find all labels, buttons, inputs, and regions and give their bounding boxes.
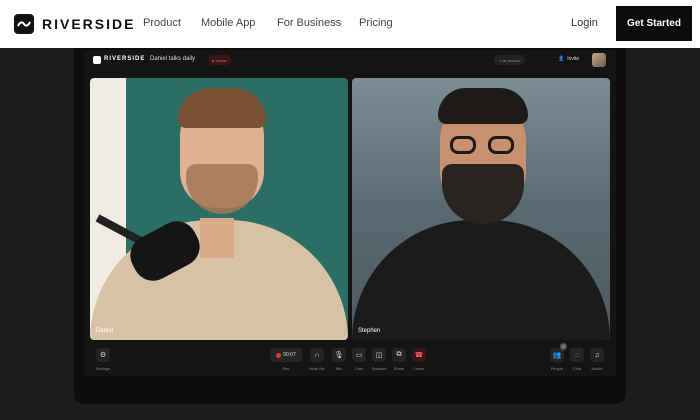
- video-tile-daniel[interactable]: Daniel: [90, 78, 348, 340]
- mic-label: Mic: [335, 366, 343, 371]
- participant-neck: [200, 218, 234, 258]
- share-label: Share: [393, 366, 405, 371]
- record-icon: [276, 352, 282, 358]
- chat-label: Chat: [572, 366, 582, 371]
- chat-icon: ◌: [574, 351, 580, 359]
- brand-logo[interactable]: RIVERSIDE: [14, 14, 135, 34]
- app-brand: RIVERSIDE: [104, 56, 146, 62]
- invite-icon: 👤: [558, 56, 565, 62]
- gear-icon: ⚙: [99, 352, 107, 359]
- brand-name: RIVERSIDE: [42, 16, 136, 32]
- top-nav: RIVERSIDE Product Mobile App For Busines…: [0, 0, 700, 48]
- participant-shirt: [352, 220, 610, 340]
- speaker-icon: ◫: [375, 352, 383, 359]
- participant-name-tag: Daniel: [96, 328, 114, 334]
- app-header: RIVERSIDE Daniel talks daily ● ••rec•• +…: [84, 50, 616, 72]
- headphones-label: Mute Me: [309, 366, 325, 371]
- participant-glasses: [450, 136, 516, 154]
- headphones-button[interactable]: ∩: [310, 348, 324, 362]
- camera-icon: ▭: [355, 352, 363, 359]
- people-label: People: [550, 366, 564, 371]
- mic-button[interactable]: 🎙: [332, 348, 346, 362]
- participant-beard: [186, 164, 258, 214]
- headphones-icon: ∩: [314, 351, 320, 359]
- speaker-button[interactable]: ◫: [372, 348, 386, 362]
- nav-link-pricing[interactable]: Pricing: [359, 17, 393, 29]
- speaker-label: Speaker: [371, 366, 387, 371]
- participant-name-tag: Stephen: [358, 328, 381, 334]
- invite-label: Invite: [567, 56, 580, 62]
- recording-timer[interactable]: 00:07: [270, 348, 302, 362]
- media-label: Media: [591, 366, 603, 371]
- login-link[interactable]: Login: [571, 17, 598, 29]
- call-controls: ⚙ Settings 00:07 Rec ∩ Mute Me 🎙 Mic ▭ C…: [84, 342, 616, 376]
- camera-button[interactable]: ▭: [352, 348, 366, 362]
- settings-button[interactable]: ⚙: [96, 348, 110, 362]
- participant-beard: [442, 164, 524, 224]
- invite-button[interactable]: 👤 Invite: [558, 56, 579, 62]
- people-button[interactable]: 👥: [550, 348, 564, 362]
- nav-link-for-business[interactable]: For Business: [277, 17, 341, 29]
- session-title: Daniel talks daily: [150, 56, 196, 62]
- nav-link-product[interactable]: Product: [143, 17, 181, 29]
- settings-label: Settings: [95, 366, 111, 371]
- riverside-logo-icon: [14, 14, 34, 34]
- share-button[interactable]: ⧉: [392, 348, 406, 362]
- camera-label: Cam: [354, 366, 364, 371]
- end-call-icon: ☎: [414, 352, 424, 359]
- mic-icon: 🎙: [334, 352, 344, 359]
- participant-hair: [438, 88, 528, 124]
- app-logo-icon: [93, 56, 101, 64]
- people-count-badge: 2: [560, 343, 567, 350]
- media-icon: ♫: [594, 351, 600, 359]
- timer-value: 00:07: [283, 352, 296, 358]
- avatar[interactable]: [592, 53, 606, 67]
- leave-label: Leave: [413, 366, 425, 371]
- get-started-button[interactable]: Get Started: [616, 6, 692, 41]
- leave-button[interactable]: ☎: [412, 348, 426, 362]
- upload-status-pill[interactable]: + ••• •••••••••: [494, 55, 526, 65]
- chat-button[interactable]: ◌: [570, 348, 584, 362]
- recording-badge: ● ••rec••: [208, 55, 231, 65]
- share-icon: ⧉: [396, 351, 402, 358]
- people-icon: 👥: [552, 352, 562, 359]
- media-button[interactable]: ♫: [590, 348, 604, 362]
- participant-hair: [178, 88, 266, 128]
- video-tile-stephen[interactable]: Stephen: [352, 78, 610, 340]
- nav-link-mobile-app[interactable]: Mobile App: [201, 17, 255, 29]
- record-label: Rec: [282, 366, 290, 371]
